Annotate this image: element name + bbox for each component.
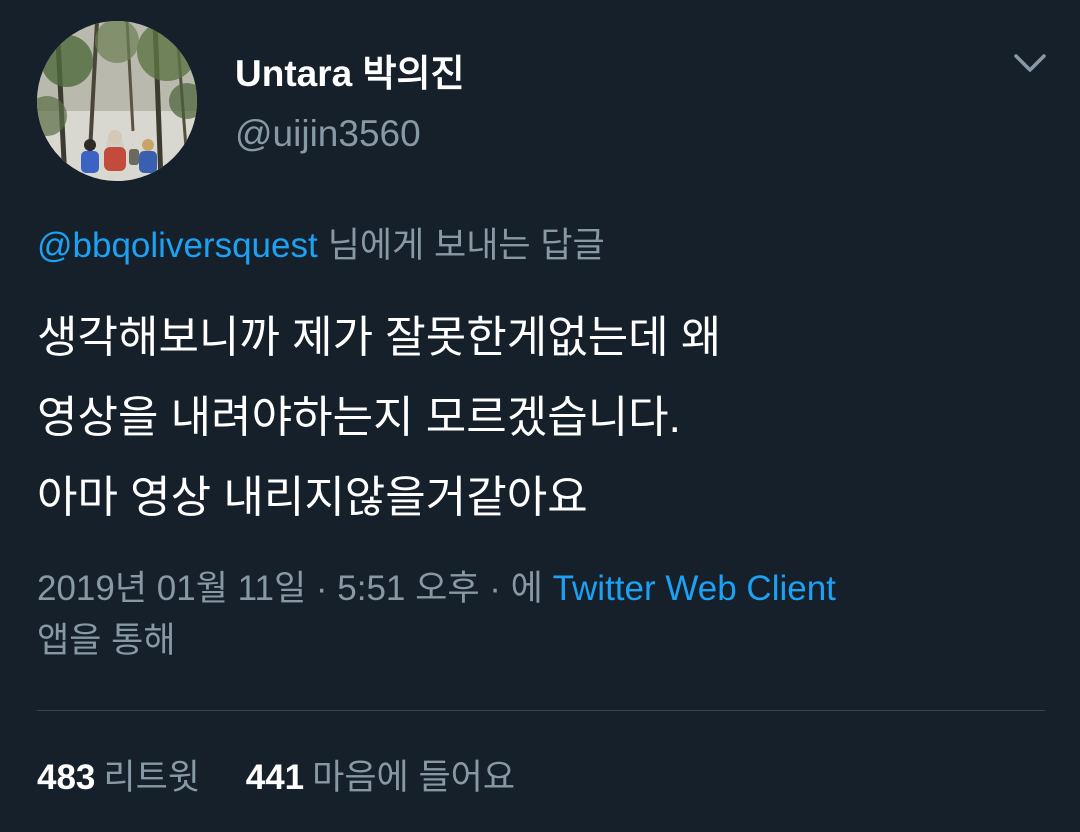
- user-handle[interactable]: @uijin3560: [235, 112, 421, 156]
- reply-context: @bbqoliversquest 님에게 보내는 답글: [37, 224, 605, 268]
- likes-count: 441: [245, 758, 305, 797]
- divider: [37, 710, 1045, 711]
- retweets-stat[interactable]: 483 리트윗: [37, 756, 200, 800]
- reply-to-handle-link[interactable]: @bbqoliversquest: [37, 226, 318, 265]
- tweet-meta: 2019년 01월 11일 · 5:51 오후 · 에 Twitter Web …: [37, 563, 1047, 667]
- chevron-down-icon[interactable]: [1010, 50, 1050, 80]
- tweet-text: 생각해보니까 제가 잘못한게없는데 왜 영상을 내려야하는지 모르겠습니다. 아…: [37, 298, 1047, 538]
- display-name[interactable]: Untara 박의진: [235, 52, 465, 96]
- avatar[interactable]: [37, 21, 197, 181]
- source-link[interactable]: Twitter Web Client: [553, 569, 836, 608]
- retweets-count: 483: [37, 758, 96, 797]
- timestamp-row: 2019년 01월 11일 · 5:51 오후 · 에 Twitter Web …: [37, 563, 1047, 615]
- tweet-text-line: 생각해보니까 제가 잘못한게없는데 왜: [37, 313, 722, 362]
- via-label: 앱을 통해: [37, 621, 176, 660]
- reply-context-label: 님에게 보내는 답글: [327, 226, 605, 265]
- timestamp[interactable]: 2019년 01월 11일 · 5:51 오후 · 에: [37, 569, 553, 608]
- retweets-label: 리트윗: [103, 758, 201, 797]
- tweet-text-line: 영상을 내려야하는지 모르겠습니다.: [37, 393, 681, 442]
- avatar-photo: [37, 21, 197, 181]
- tweet-text-line: 아마 영상 내리지않을거같아요: [37, 473, 588, 522]
- likes-label: 마음에 들어요: [312, 758, 516, 797]
- tweet-detail: Untara 박의진 @uijin3560 @bbqoliversquest 님에…: [0, 0, 1080, 832]
- tweet-stats: 483 리트윗 441 마음에 들어요: [37, 756, 551, 800]
- likes-stat[interactable]: 441 마음에 들어요: [246, 756, 515, 800]
